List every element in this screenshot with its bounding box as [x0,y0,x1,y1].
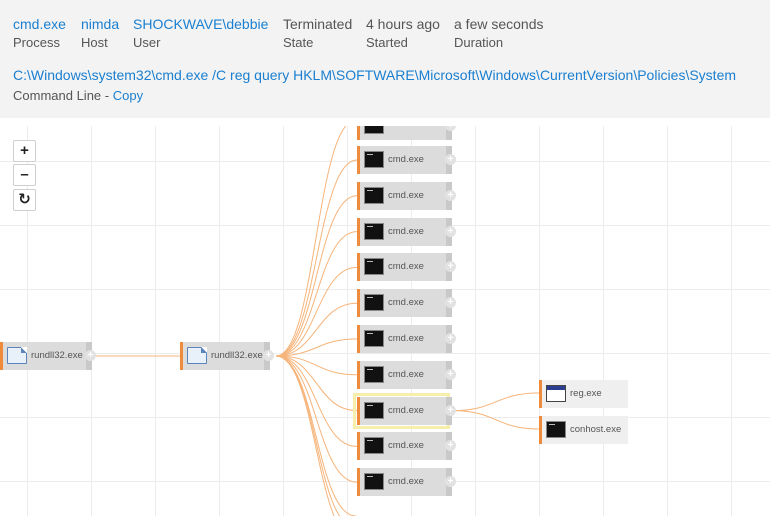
process-node-label: cmd.exe [388,404,424,416]
process-details-panel: cmd.exe Process nimda Host SHOCKWAVE\deb… [0,0,770,118]
process-edge [275,231,358,357]
console-icon [364,437,384,455]
process-label: Process [13,35,60,50]
state-label: State [283,35,314,50]
host-label: Host [81,35,108,50]
process-edge [452,392,540,412]
duration-value: a few seconds [454,16,544,32]
command-line-row: Command Line - Copy [13,87,143,105]
started-field: 4 hours ago Started [366,15,440,52]
expand-node-icon[interactable]: + [445,225,456,237]
process-node-cmd-partial[interactable]: + [357,126,456,140]
process-node-root[interactable]: rundll32.exe + [0,342,96,370]
process-node-cmd[interactable]: cmd.exe + [357,360,456,389]
process-node-cmd[interactable]: cmd.exe + [357,181,456,210]
process-node-label: cmd.exe [388,368,424,380]
process-node-label: cmd.exe [388,189,424,201]
process-node-cmd[interactable]: cmd.exe + [357,289,456,318]
process-node-label: cmd.exe [388,225,424,237]
expand-node-icon[interactable]: + [445,404,456,416]
command-line-value[interactable]: C:\Windows\system32\cmd.exe /C reg query… [13,66,736,84]
user-label: User [133,35,161,50]
process-node-cmd-selected[interactable]: cmd.exe + [353,392,456,429]
console-icon [364,126,384,134]
state-field: Terminated State [283,15,352,52]
started-label: Started [366,35,408,50]
process-edge [275,266,358,357]
process-field: cmd.exe Process [13,15,66,52]
process-node-cmd[interactable]: cmd.exe + [357,253,456,282]
host-link[interactable]: nimda [81,15,119,33]
process-edge [275,195,358,357]
process-node-label: cmd.exe [388,297,424,309]
console-icon [364,222,384,240]
console-icon [364,401,384,419]
expand-node-icon[interactable]: + [445,333,456,344]
process-edge [275,126,347,357]
console-icon [364,473,384,491]
duration-field: a few seconds Duration [454,15,544,52]
process-edge [452,410,540,430]
host-field: nimda Host [81,15,119,52]
process-node-label: cmd.exe [388,476,424,488]
user-link[interactable]: SHOCKWAVE\debbie [133,15,268,33]
process-node-label: cmd.exe [388,154,424,165]
started-value: 4 hours ago [366,16,440,32]
process-node-cmd[interactable]: cmd.exe + [357,432,456,461]
console-icon [364,186,384,204]
console-icon [364,294,384,312]
process-node-label: cmd.exe [388,261,424,273]
process-node-reg[interactable]: reg.exe [539,380,628,408]
expand-node-icon[interactable]: + [445,154,456,165]
process-node-label: cmd.exe [388,333,424,344]
process-edge [275,355,357,516]
process-node-label: cmd.exe [388,440,424,452]
process-node-label: conhost.exe [570,424,622,435]
process-node-parent[interactable]: rundll32.exe + [180,342,274,370]
user-field: SHOCKWAVE\debbie User [133,15,268,52]
process-node-label: reg.exe [570,388,602,399]
process-node-label: rundll32.exe [31,350,83,361]
registry-window-icon [546,385,566,402]
command-line-label: Command Line - [13,88,113,103]
process-edge [275,355,358,447]
zoom-in-button[interactable]: + [13,140,36,162]
expand-node-icon[interactable]: + [445,189,456,201]
process-name-link[interactable]: cmd.exe [13,15,66,33]
process-node-cmd[interactable]: cmd.exe + [357,146,456,174]
copy-command-line-link[interactable]: Copy [113,88,143,103]
state-value: Terminated [283,16,353,32]
process-node-cmd[interactable]: cmd.exe + [357,217,456,246]
expand-node-icon[interactable]: + [85,350,96,361]
reset-view-button[interactable]: ↻ [13,189,36,211]
process-tree-graph[interactable]: + – ↻ +rundll32.exe+rundll32.exe+cmd.exe… [0,126,770,516]
console-icon [364,258,384,276]
process-node-cmd[interactable]: cmd.exe + [357,468,456,497]
process-node-label: rundll32.exe [211,350,263,361]
process-node-conhost[interactable]: conhost.exe [539,416,628,444]
console-icon [364,151,384,168]
process-edge [275,355,358,483]
expand-node-icon[interactable]: + [263,350,274,361]
process-edge [275,159,358,357]
process-node-cmd[interactable]: cmd.exe + [357,325,456,353]
document-icon [7,347,27,364]
document-icon [187,347,207,364]
zoom-out-button[interactable]: – [13,164,36,186]
duration-label: Duration [454,35,504,50]
console-icon [546,421,566,438]
console-icon [364,330,384,347]
console-icon [364,365,384,383]
expand-node-icon[interactable]: + [445,368,456,380]
